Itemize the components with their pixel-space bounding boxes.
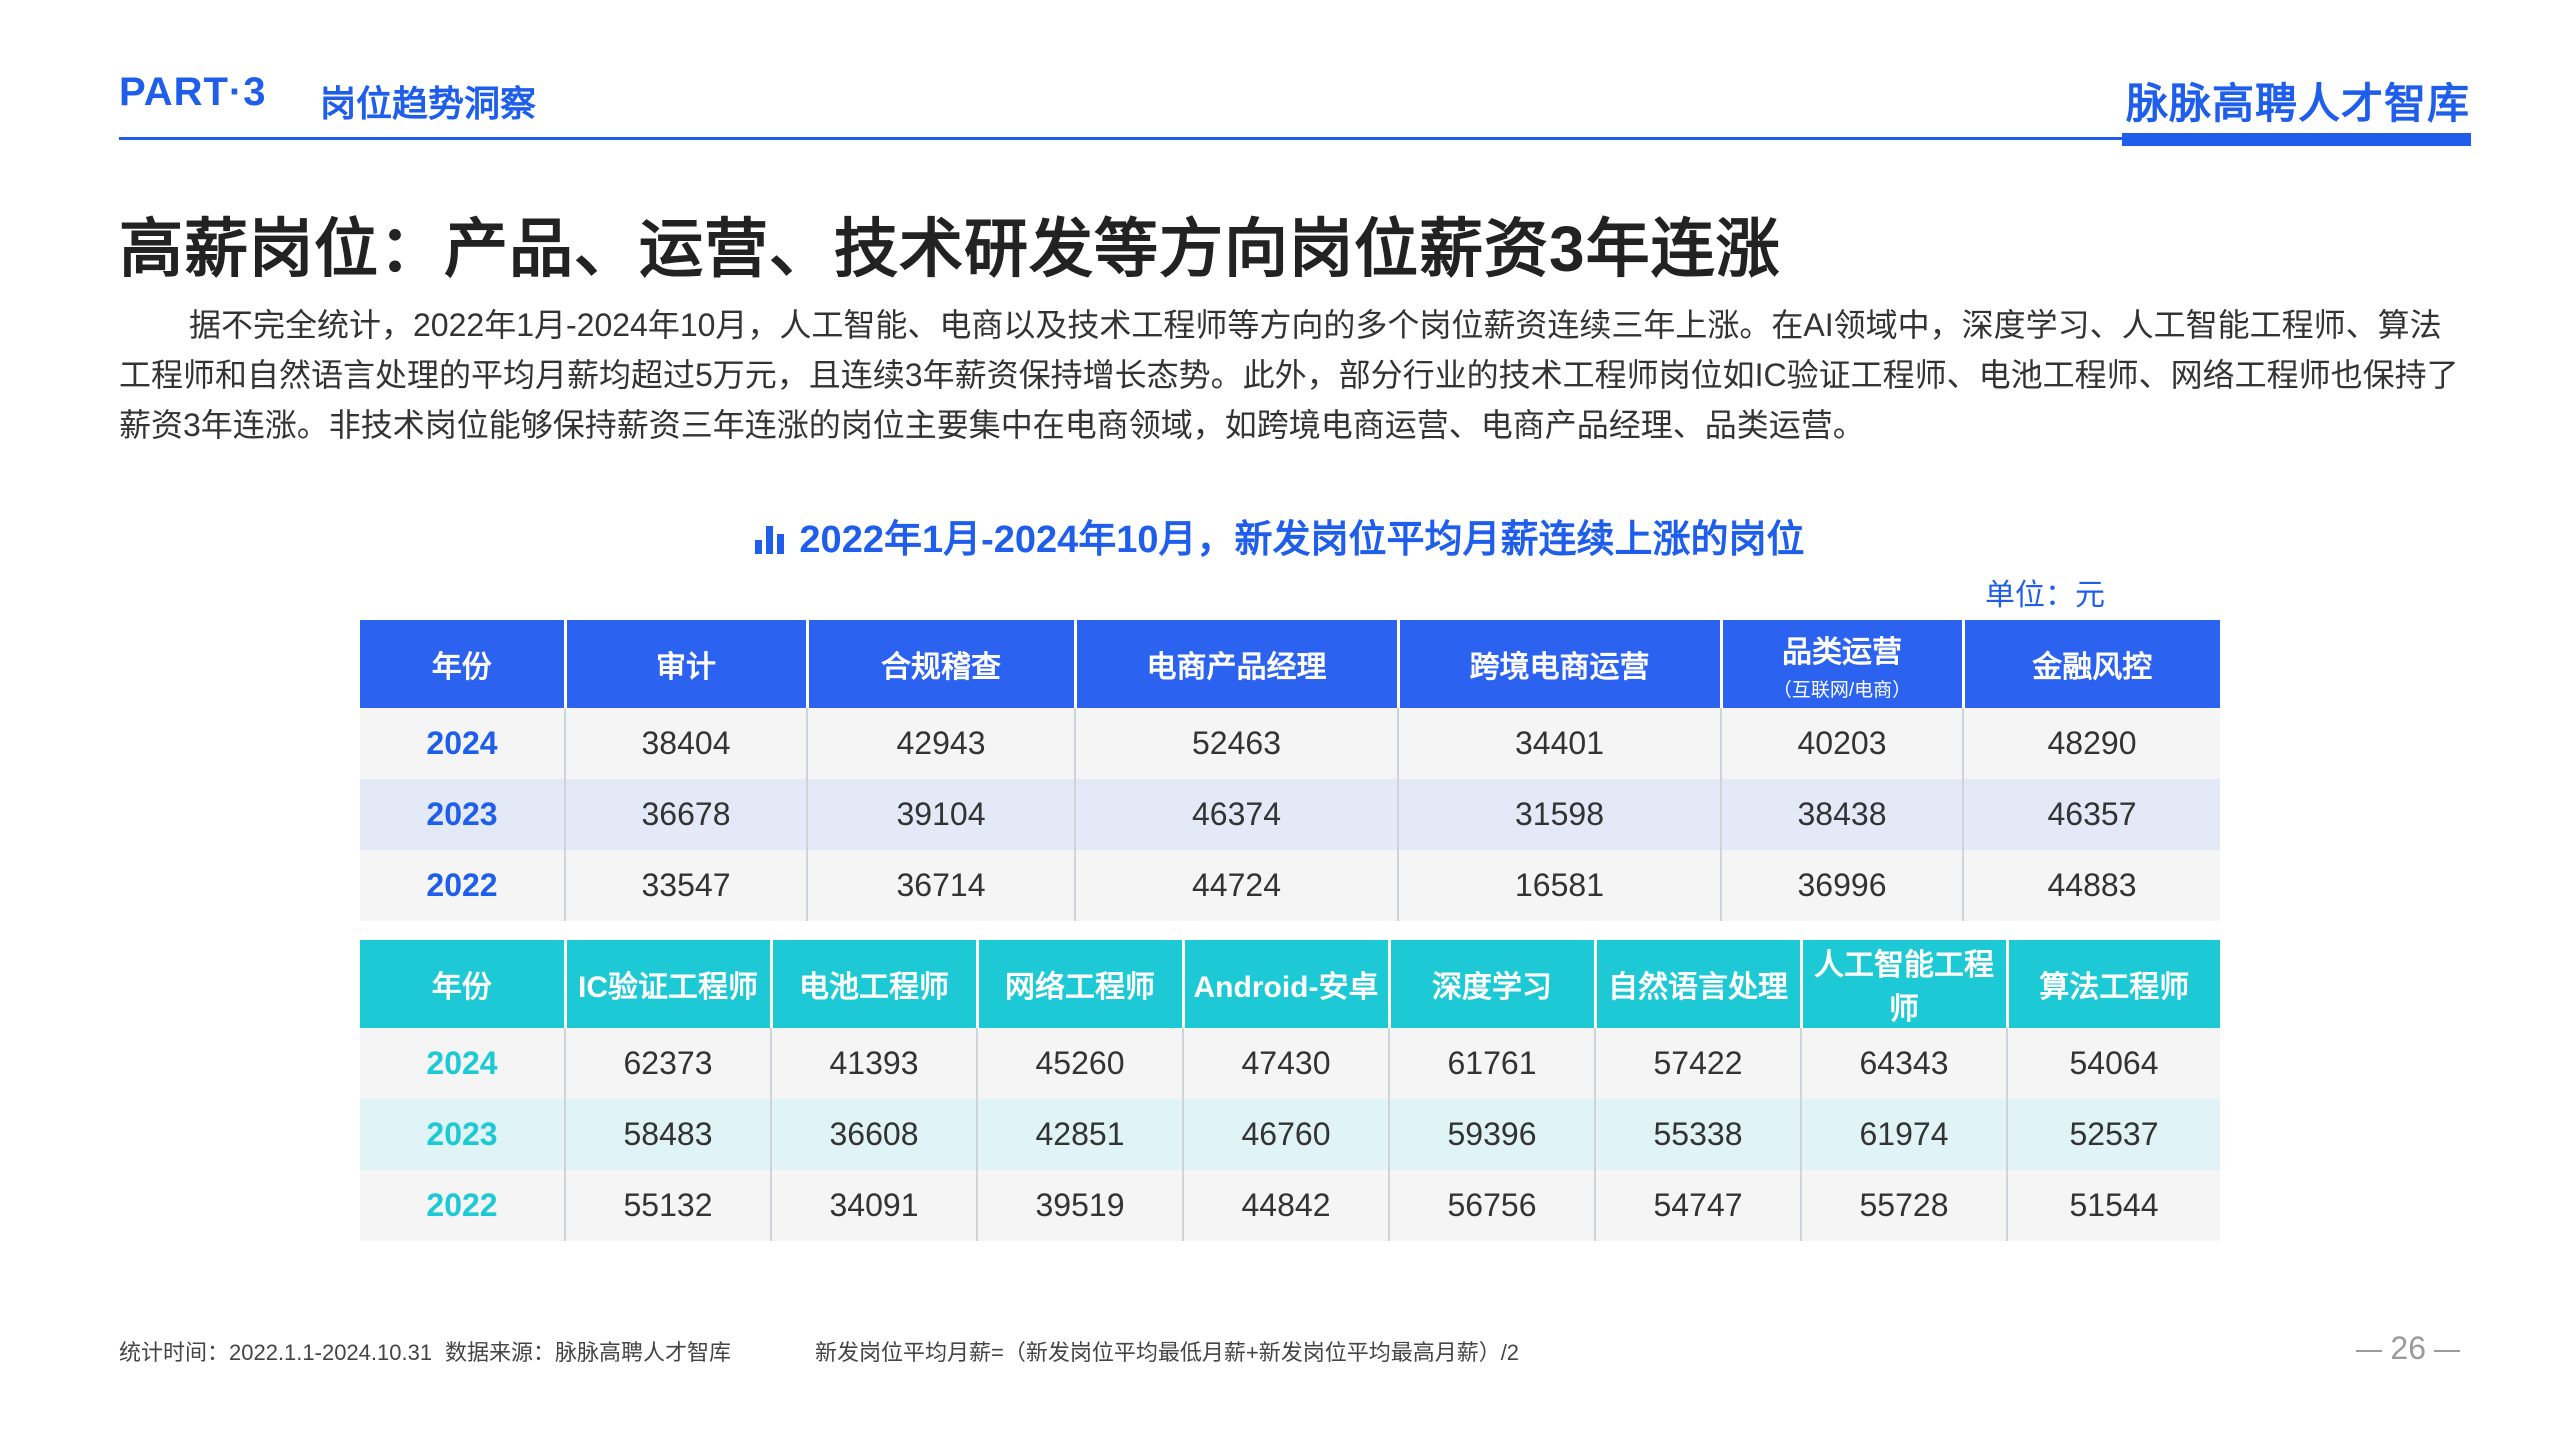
column-header: 审计 [565, 620, 809, 708]
header-accent-bar [2122, 133, 2471, 146]
table-cell: 33547 [565, 850, 808, 921]
table-row: 2023 58483 36608 42851 46760 59396 55338… [360, 1099, 2220, 1170]
column-header: 电池工程师 [771, 940, 979, 1028]
year-cell: 2022 [360, 1170, 566, 1241]
table-cell: 52463 [1075, 708, 1399, 779]
column-header: 年份 [360, 940, 567, 1028]
unit-label: 单位：元 [1985, 579, 2105, 612]
table-cell: 55132 [565, 1170, 772, 1241]
table-heading-text: 2022年1月-2024年10月，新发岗位平均月薪连续上涨的岗位 [799, 519, 1805, 561]
table-cell: 61974 [1801, 1099, 2008, 1170]
table-cell: 46357 [1963, 779, 2220, 850]
column-header: 人工智能工程师 [1801, 940, 2009, 1028]
salary-table-business: 年份 审计 合规稽查 电商产品经理 跨境电商运营 品类运营 （互联网/电商） 金融… [360, 620, 2220, 921]
table-cell: 46760 [1183, 1099, 1390, 1170]
table-heading: 2022年1月-2024年10月，新发岗位平均月薪连续上涨的岗位 [0, 508, 2560, 563]
table-row: 2024 38404 42943 52463 34401 40203 48290 [360, 708, 2220, 779]
column-header: 合规稽查 [807, 620, 1077, 708]
table-row: 2024 62373 41393 45260 47430 61761 57422… [360, 1028, 2220, 1099]
table-cell: 62373 [565, 1028, 772, 1099]
table-cell: 38438 [1721, 779, 1964, 850]
part-label: PART·3 [119, 70, 267, 114]
brand-name: 脉脉高聘人才智库 [2125, 80, 2470, 127]
table-cell: 52537 [2007, 1099, 2220, 1170]
formula-note: 新发岗位平均月薪=（新发岗位平均最低月薪+新发岗位平均最高月薪）/2 [815, 1340, 1520, 1365]
table-row: 2023 36678 39104 46374 31598 38438 46357 [360, 779, 2220, 850]
table-cell: 36996 [1721, 850, 1964, 921]
table-cell: 54747 [1595, 1170, 1802, 1241]
column-header-text: 品类运营 [1782, 635, 1902, 669]
page-title: 高薪岗位：产品、运营、技术研发等方向岗位薪资3年连涨 [119, 213, 1781, 285]
table-cell: 42943 [807, 708, 1076, 779]
column-header: 金融风控 [1963, 620, 2220, 708]
table-cell: 39519 [977, 1170, 1184, 1241]
table-cell: 34401 [1398, 708, 1722, 779]
table-cell: 64343 [1801, 1028, 2008, 1099]
table-cell: 44842 [1183, 1170, 1390, 1241]
table-cell: 58483 [565, 1099, 772, 1170]
table-header-row: 年份 审计 合规稽查 电商产品经理 跨境电商运营 品类运营 （互联网/电商） 金融… [360, 620, 2220, 708]
page-number-text: 26 [2390, 1330, 2426, 1366]
table-cell: 55338 [1595, 1099, 1802, 1170]
table-cell: 61761 [1389, 1028, 1596, 1099]
table-row: 2022 33547 36714 44724 16581 36996 44883 [360, 850, 2220, 921]
table-cell: 46374 [1075, 779, 1399, 850]
table-cell: 36714 [807, 850, 1076, 921]
table-cell: 40203 [1721, 708, 1964, 779]
column-header: 年份 [360, 620, 567, 708]
table-cell: 44724 [1075, 850, 1399, 921]
year-cell: 2023 [360, 779, 566, 850]
column-header: 深度学习 [1389, 940, 1597, 1028]
year-cell: 2024 [360, 1028, 566, 1099]
column-header: Android-安卓 [1183, 940, 1391, 1028]
column-header: 网络工程师 [977, 940, 1185, 1028]
column-header: IC验证工程师 [565, 940, 773, 1028]
year-cell: 2024 [360, 708, 566, 779]
column-header: 算法工程师 [2007, 940, 2220, 1028]
table-cell: 16581 [1398, 850, 1722, 921]
column-header: 品类运营 （互联网/电商） [1721, 620, 1965, 708]
intro-paragraph: 据不完全统计，2022年1月-2024年10月，人工智能、电商以及技术工程师等方… [119, 300, 2459, 450]
column-header: 跨境电商运营 [1398, 620, 1723, 708]
section-title: 岗位趋势洞察 [320, 83, 537, 124]
table-cell: 59396 [1389, 1099, 1596, 1170]
table-cell: 36678 [565, 779, 808, 850]
year-cell: 2023 [360, 1099, 566, 1170]
table-row: 2022 55132 34091 39519 44842 56756 54747… [360, 1170, 2220, 1241]
table-cell: 45260 [977, 1028, 1184, 1099]
table-cell: 54064 [2007, 1028, 2220, 1099]
column-header: 自然语言处理 [1595, 940, 1803, 1028]
table-cell: 48290 [1963, 708, 2220, 779]
table-cell: 31598 [1398, 779, 1722, 850]
table-cell: 38404 [565, 708, 808, 779]
table-cell: 57422 [1595, 1028, 1802, 1099]
year-cell: 2022 [360, 850, 566, 921]
table-cell: 41393 [771, 1028, 978, 1099]
column-header-subtext: （互联网/电商） [1772, 679, 1912, 701]
table-cell: 47430 [1183, 1028, 1390, 1099]
bar-chart-icon [755, 524, 785, 554]
data-source-note: 数据来源：脉脉高聘人才智库 [445, 1340, 732, 1365]
table-cell: 44883 [1963, 850, 2220, 921]
table-cell: 55728 [1801, 1170, 2008, 1241]
salary-table-tech: 年份 IC验证工程师 电池工程师 网络工程师 Android-安卓 深度学习 自… [360, 940, 2220, 1241]
page-number: 26 [2348, 1330, 2468, 1367]
intro-paragraph-text: 据不完全统计，2022年1月-2024年10月，人工智能、电商以及技术工程师等方… [119, 307, 2459, 443]
table-cell: 51544 [2007, 1170, 2220, 1241]
table-cell: 36608 [771, 1099, 978, 1170]
table-cell: 56756 [1389, 1170, 1596, 1241]
stat-time-note: 统计时间：2022.1.1-2024.10.31 [119, 1340, 433, 1365]
header-divider [119, 137, 2469, 140]
table-header-row: 年份 IC验证工程师 电池工程师 网络工程师 Android-安卓 深度学习 自… [360, 940, 2220, 1028]
table-cell: 34091 [771, 1170, 978, 1241]
column-header: 电商产品经理 [1075, 620, 1400, 708]
table-cell: 42851 [977, 1099, 1184, 1170]
table-cell: 39104 [807, 779, 1076, 850]
